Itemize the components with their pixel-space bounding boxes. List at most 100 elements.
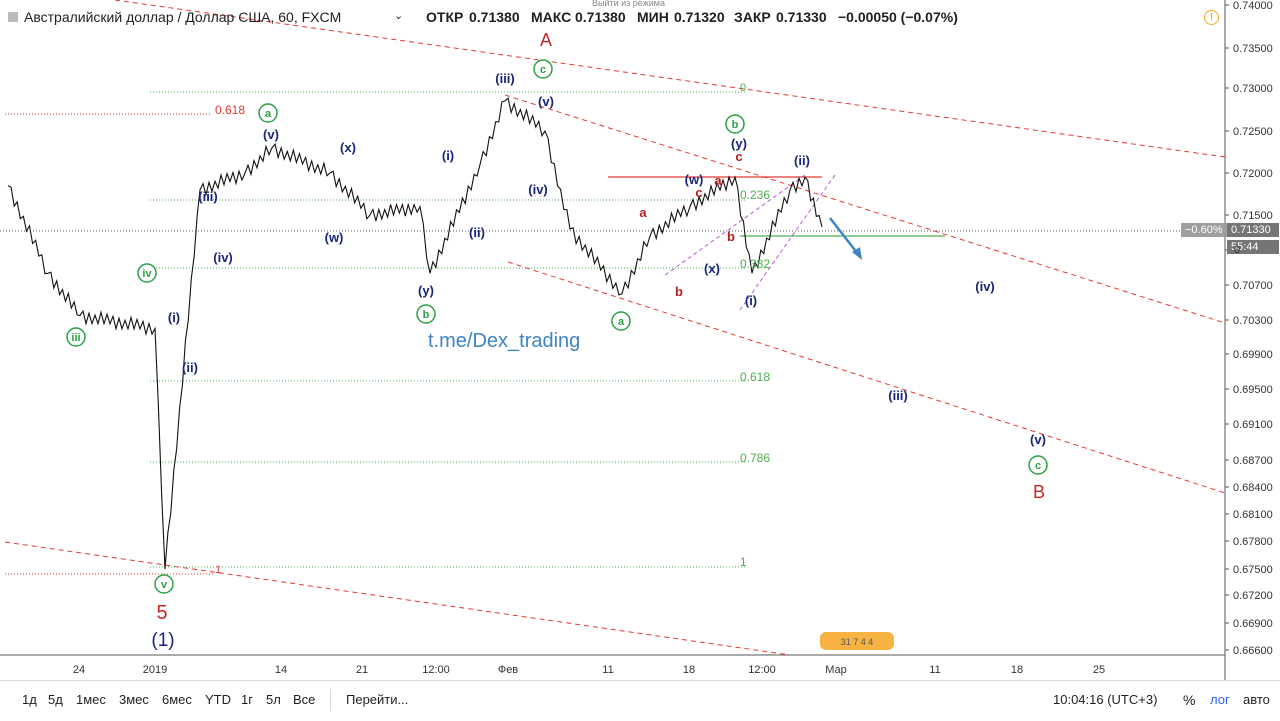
wave-label-1-big: (1)	[151, 630, 174, 651]
wave-label-b-green-1: b	[416, 304, 436, 324]
watermark-text: t.me/Dex_trading	[428, 330, 580, 352]
wave-label-w-1: (w)	[325, 230, 344, 245]
chart-canvas[interactable]: 0.618 1 0 0.236 0.382 0.618 0.786 1 iii …	[0, 0, 1280, 720]
chart-header: Австралийский доллар / Доллар США, 60, F…	[0, 0, 1225, 36]
price-tick-label: 0.69100	[1233, 419, 1273, 431]
auto-toggle[interactable]: авто	[1243, 692, 1270, 707]
exit-mode-hint[interactable]: Выйти из режима	[592, 0, 665, 8]
wave-label-red-b-1: b	[675, 284, 683, 299]
price-tick-label: 0.68400	[1233, 482, 1273, 494]
percent-toggle[interactable]: %	[1183, 692, 1195, 708]
time-tick-label: 12:00	[748, 664, 776, 676]
fib-236-label: 0.236	[740, 188, 770, 202]
goto-button[interactable]: Перейти...	[346, 692, 408, 707]
svg-text:b: b	[423, 309, 430, 321]
svg-text:v: v	[161, 579, 168, 591]
period-ytd[interactable]: YTD	[205, 692, 231, 707]
wave-label-iv-proj: (iv)	[975, 279, 995, 294]
price-tick-label: 0.68100	[1233, 509, 1273, 521]
period-3m[interactable]: 3мес	[119, 692, 149, 707]
alert-icon[interactable]: !	[1204, 10, 1219, 25]
current-price-badge: 0.71330	[1227, 223, 1279, 237]
time-tick-label: 21	[356, 664, 368, 676]
wave-label-v-proj: (v)	[1030, 432, 1046, 447]
price-tick-label: 0.67200	[1233, 590, 1273, 602]
wave-label-x-1: (x)	[340, 140, 356, 155]
period-5d[interactable]: 5д	[48, 692, 63, 707]
wave-label-v-1: (v)	[263, 127, 279, 142]
wave-label-y-1: (y)	[418, 283, 434, 298]
wave-label-iii-top: (iii)	[495, 71, 515, 86]
price-tick-label: 0.73000	[1233, 83, 1273, 95]
open-value: 0.71380	[469, 9, 520, 25]
wave-label-iii-proj: (iii)	[888, 388, 908, 403]
chevron-down-icon[interactable]: ⌄	[394, 9, 403, 22]
price-tick-label: 0.69900	[1233, 349, 1273, 361]
time-tick-label: 2019	[143, 664, 167, 676]
wave-label-red-c-2: c	[735, 149, 742, 164]
low-value: 0.71320	[674, 9, 725, 25]
change-value: −0.00050 (−0.07%)	[838, 9, 958, 25]
wave-label-i-2: (i)	[442, 148, 454, 163]
wave-label-red-c-1: c	[695, 185, 702, 200]
channel-lower	[664, 174, 806, 276]
price-tick-label: 0.73500	[1233, 43, 1273, 55]
current-pct-badge: −0.60%	[1181, 223, 1227, 237]
time-tick-label: 11	[929, 664, 940, 676]
svg-text:31 7 4 4: 31 7 4 4	[841, 637, 874, 647]
svg-text:iv: iv	[142, 268, 152, 280]
price-tick-label: 0.69500	[1233, 384, 1273, 396]
wave-label-red-a-2: a	[714, 173, 722, 188]
price-series-line[interactable]	[7, 97, 823, 570]
period-5y[interactable]: 5л	[266, 692, 281, 707]
trendline-lower[interactable]	[507, 261, 1226, 494]
clock-time: 10:04:16 (UTC+3)	[1053, 692, 1158, 707]
wave-label-c-green-3: c	[1028, 455, 1048, 475]
time-tick-label: 24	[73, 664, 85, 676]
symbol-square-icon	[8, 12, 18, 22]
wave-label-ii-1: (ii)	[182, 360, 198, 375]
toolbar-divider	[330, 689, 331, 711]
price-tick-label: 0.66900	[1233, 618, 1273, 630]
events-icon[interactable]: 31 7 4 4	[820, 632, 894, 650]
time-tick-label: Мар	[825, 664, 847, 676]
wave-label-c-green-1: c	[533, 59, 553, 79]
high-label: МАКС	[531, 9, 572, 25]
time-tick-label: 12:00	[422, 664, 450, 676]
period-all[interactable]: Все	[293, 692, 315, 707]
low-label: МИН	[637, 9, 669, 25]
fib-382-label: 0.382	[740, 257, 770, 271]
wave-label-red-b-2: b	[727, 229, 735, 244]
fib-0-label: 0	[740, 82, 746, 94]
wave-label-iii-1: (iii)	[198, 189, 218, 204]
wave-label-iv-top: (iv)	[528, 182, 548, 197]
time-tick-label: 11	[602, 664, 613, 676]
wave-label-iv-green: iv	[137, 263, 157, 283]
wave-label-i-1: (i)	[168, 310, 180, 325]
log-toggle[interactable]: лог	[1210, 692, 1230, 707]
trendline-bottom[interactable]	[4, 541, 791, 656]
wave-label-iii-green: iii	[66, 327, 86, 347]
wave-label-5: 5	[156, 602, 167, 624]
price-tick-label: 0.71500	[1233, 210, 1273, 222]
fib-618-label: 0.618	[740, 370, 770, 384]
bottom-toolbar: 1д 5д 1мес 3мес 6мес YTD 1г 5л Все Перей…	[0, 680, 1280, 721]
high-value: 0.71380	[575, 9, 626, 25]
price-tick-label: 0.72000	[1233, 168, 1273, 180]
axis-zero-label: 0	[1234, 244, 1241, 256]
wave-label-ii-2: (ii)	[469, 225, 485, 240]
wave-label-v-green: v	[154, 574, 174, 594]
period-6m[interactable]: 6мес	[162, 692, 192, 707]
fib-786-label: 0.786	[740, 451, 770, 465]
wave-label-a-green-2: a	[611, 311, 631, 331]
price-tick-label: 0.70700	[1233, 280, 1273, 292]
wave-label-b-green-2: b	[725, 114, 745, 134]
close-value: 0.71330	[776, 9, 827, 25]
price-tick-label: 0.66600	[1233, 645, 1273, 657]
period-1y[interactable]: 1г	[241, 692, 253, 707]
period-1d[interactable]: 1д	[22, 692, 37, 707]
symbol-title[interactable]: Австралийский доллар / Доллар США, 60, F…	[24, 9, 341, 25]
period-1m[interactable]: 1мес	[76, 692, 106, 707]
wave-label-v-top: (v)	[538, 94, 554, 109]
price-tick-label: 0.72500	[1233, 126, 1273, 138]
